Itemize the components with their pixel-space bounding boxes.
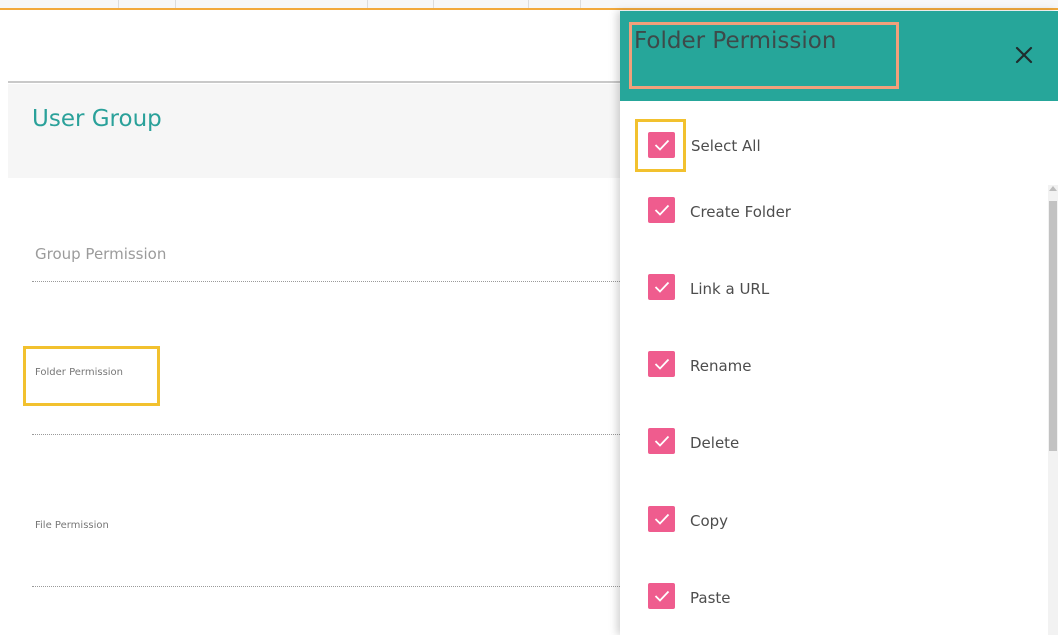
page-header: User Group (8, 84, 620, 178)
link-url-label: Link a URL (690, 280, 770, 298)
folder-permission-highlight (23, 346, 160, 406)
section-divider (32, 434, 620, 435)
close-button[interactable] (1008, 39, 1040, 71)
rename-label: Rename (690, 357, 752, 375)
toolbar-divider (528, 0, 529, 8)
check-icon (654, 435, 669, 447)
close-icon (1015, 46, 1033, 64)
header-divider (8, 81, 620, 83)
select-all-label: Select All (691, 137, 761, 155)
toolbar-divider (118, 0, 119, 8)
drawer-title: Folder Permission (634, 28, 837, 54)
toolbar-divider (433, 0, 434, 8)
section-divider (32, 586, 620, 587)
toolbar-divider (580, 0, 581, 8)
paste-label: Paste (690, 589, 731, 607)
toolbar-divider (367, 0, 368, 8)
create-folder-checkbox[interactable] (648, 197, 675, 223)
drawer-header: Folder Permission (620, 11, 1058, 101)
copy-checkbox[interactable] (648, 506, 675, 532)
scroll-up-arrow-icon[interactable] (1049, 186, 1057, 191)
toolbar-divider (175, 0, 176, 8)
folder-permission-drawer: Folder Permission Select All Create Fold… (620, 11, 1058, 635)
scrollbar-thumb[interactable] (1049, 201, 1057, 451)
section-divider (32, 281, 620, 282)
file-permission-label[interactable]: File Permission (35, 520, 109, 531)
top-toolbar-strip (0, 0, 1058, 10)
scrollbar[interactable] (1048, 185, 1058, 635)
page-title: User Group (32, 106, 162, 132)
delete-checkbox[interactable] (648, 428, 675, 454)
check-icon (654, 590, 669, 602)
create-folder-label: Create Folder (690, 203, 791, 221)
check-icon (654, 281, 669, 293)
check-icon (654, 358, 669, 370)
rename-checkbox[interactable] (648, 351, 675, 377)
select-all-checkbox[interactable] (648, 132, 675, 158)
copy-label: Copy (690, 512, 729, 530)
group-permission-label[interactable]: Group Permission (35, 245, 166, 263)
check-icon (654, 204, 669, 216)
check-icon (654, 139, 669, 151)
paste-checkbox[interactable] (648, 583, 675, 609)
link-url-checkbox[interactable] (648, 274, 675, 300)
delete-label: Delete (690, 434, 740, 452)
check-icon (654, 513, 669, 525)
